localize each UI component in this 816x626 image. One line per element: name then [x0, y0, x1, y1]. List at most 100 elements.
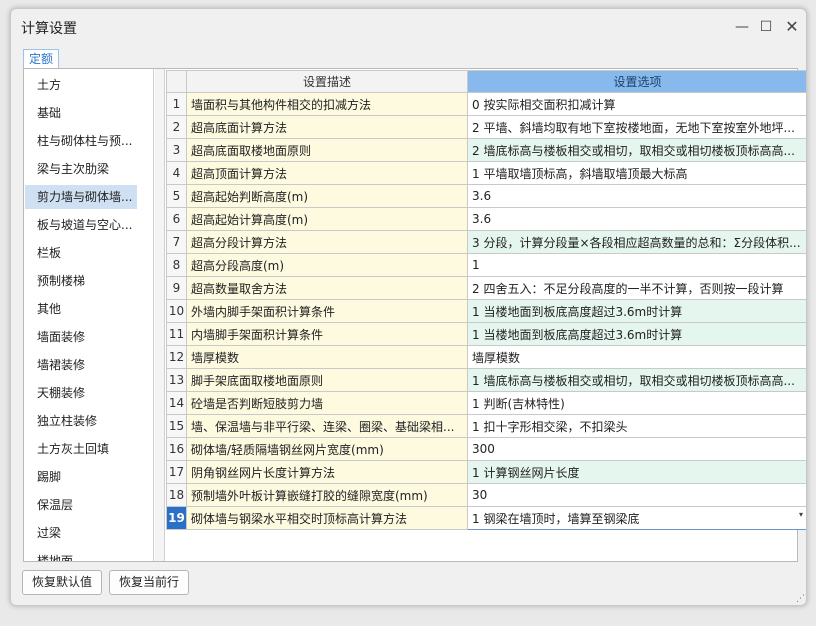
sidebar-item[interactable]: 楼地面 [25, 549, 137, 561]
minimize-icon[interactable]: — [732, 17, 752, 37]
sidebar-item[interactable]: 基础 [25, 101, 137, 125]
row-number[interactable]: 17 [166, 460, 187, 484]
row-number[interactable]: 14 [166, 391, 187, 415]
sidebar-item[interactable]: 墙面装修 [25, 325, 137, 349]
setting-description: 脚手架底面取楼地面原则 [186, 368, 468, 392]
sidebar-item[interactable]: 踢脚 [25, 465, 137, 489]
setting-option[interactable]: 1 扣十字形相交梁，不扣梁头 [467, 414, 806, 438]
setting-option[interactable]: 2 四舍五入：不足分段高度的一半不计算，否则按一段计算 [467, 276, 806, 300]
restore-default-button[interactable]: 恢复默认值 [22, 570, 102, 595]
table-row[interactable]: 19 砌体墙与钢梁水平相交时顶标高计算方法 ▾ 1 钢梁在墙顶时，墙算至钢梁底 [166, 506, 806, 530]
row-number[interactable]: 11 [166, 322, 187, 346]
setting-option[interactable]: 墙厚模数 [467, 345, 806, 369]
table-row[interactable]: 2 超高底面计算方法 2 平墙、斜墙均取有地下室按楼地面，无地下室按室外地坪... [166, 115, 806, 139]
sidebar-item[interactable]: 栏板 [25, 241, 137, 265]
setting-option[interactable]: 3.6 [467, 207, 806, 231]
dropdown-arrow-icon[interactable]: ▾ [799, 510, 803, 519]
sidebar-item[interactable]: 墙裙装修 [25, 353, 137, 377]
setting-option[interactable]: 2 墙底标高与楼板相交或相切，取相交或相切楼板顶标高高... [467, 138, 806, 162]
table-row[interactable]: 15 墙、保温墙与非平行梁、连梁、圈梁、基础梁相... 1 扣十字形相交梁，不扣梁头 [166, 414, 806, 438]
table-row[interactable]: 5 超高起始判断高度(m) 3.6 [166, 184, 806, 208]
settings-grid: 设置描述 设置选项 1 墙面积与其他构件相交的扣减方法 0 按实际相交面积扣减计算 2… [166, 70, 806, 560]
row-number[interactable]: 2 [166, 115, 187, 139]
setting-description: 超高起始计算高度(m) [186, 207, 468, 231]
sidebar-item[interactable]: 土方灰土回填 [25, 437, 137, 461]
table-row[interactable]: 12 墙厚模数 墙厚模数 [166, 345, 806, 369]
row-number[interactable]: 5 [166, 184, 187, 208]
row-number[interactable]: 19 [166, 506, 187, 530]
table-row[interactable]: 13 脚手架底面取楼地面原则 1 墙底标高与楼板相交或相切，取相交或相切楼板顶标高高… [166, 368, 806, 392]
restore-current-row-button[interactable]: 恢复当前行 [109, 570, 189, 595]
category-list-scrollbar[interactable] [155, 69, 165, 561]
table-row[interactable]: 14 砼墙是否判断短肢剪力墙 1 判断(吉林特性) [166, 391, 806, 415]
setting-option[interactable]: 1 平墙取墙顶标高，斜墙取墙顶最大标高 [467, 161, 806, 185]
sidebar-item[interactable]: 剪力墙与砌体墙... [25, 185, 137, 209]
sidebar-item[interactable]: 其他 [25, 297, 137, 321]
table-row[interactable]: 7 超高分段计算方法 3 分段，计算分段量×各段相应超高数量的总和：Σ分段体积... [166, 230, 806, 254]
table-row[interactable]: 3 超高底面取楼地面原则 2 墙底标高与楼板相交或相切，取相交或相切楼板顶标高高..… [166, 138, 806, 162]
setting-option[interactable]: 300 [467, 437, 806, 461]
resize-grip-icon[interactable]: ⋰ [796, 594, 805, 604]
setting-option[interactable]: 1 [467, 253, 806, 277]
setting-option[interactable]: 1 判断(吉林特性) [467, 391, 806, 415]
row-number[interactable]: 4 [166, 161, 187, 185]
setting-description: 预制墙外叶板计算嵌缝打胶的缝隙宽度(mm) [186, 483, 468, 507]
sidebar-item[interactable]: 梁与主次肋梁 [25, 157, 137, 181]
tab-quota[interactable]: 定额 [23, 49, 59, 69]
setting-option[interactable]: 1 墙底标高与楼板相交或相切，取相交或相切楼板顶标高高... [467, 368, 806, 392]
row-number[interactable]: 6 [166, 207, 187, 231]
setting-option[interactable]: 0 按实际相交面积扣减计算 [467, 92, 806, 116]
category-list: 土方基础柱与砌体柱与预... 梁与主次肋梁 剪力墙与砌体墙... 板与坡道与空心...… [24, 69, 154, 561]
table-row[interactable]: 9 超高数量取舍方法 2 四舍五入：不足分段高度的一半不计算，否则按一段计算 [166, 276, 806, 300]
table-row[interactable]: 8 超高分段高度(m) 1 [166, 253, 806, 277]
row-number[interactable]: 3 [166, 138, 187, 162]
close-icon[interactable]: ✕ [782, 17, 802, 37]
table-row[interactable]: 17 阴角钢丝网片长度计算方法 1 计算钢丝网片长度 [166, 460, 806, 484]
sidebar-item[interactable]: 过梁 [25, 521, 137, 545]
table-row[interactable]: 6 超高起始计算高度(m) 3.6 [166, 207, 806, 231]
row-number[interactable]: 1 [166, 92, 187, 116]
option-column-header[interactable]: 设置选项 [467, 70, 806, 93]
setting-option[interactable]: 1 当楼地面到板底高度超过3.6m时计算 [467, 322, 806, 346]
row-number[interactable]: 18 [166, 483, 187, 507]
row-number[interactable]: 12 [166, 345, 187, 369]
setting-description: 砌体墙/轻质隔墙钢丝网片宽度(mm) [186, 437, 468, 461]
row-number[interactable]: 10 [166, 299, 187, 323]
sidebar-item[interactable]: 独立柱装修 [25, 409, 137, 433]
row-number[interactable]: 9 [166, 276, 187, 300]
sidebar-item[interactable]: 土方 [25, 73, 137, 97]
table-row[interactable]: 1 墙面积与其他构件相交的扣减方法 0 按实际相交面积扣减计算 [166, 92, 806, 116]
row-number[interactable]: 13 [166, 368, 187, 392]
setting-option[interactable]: 30 [467, 483, 806, 507]
sidebar-item[interactable]: 天棚装修 [25, 381, 137, 405]
table-row[interactable]: 18 预制墙外叶板计算嵌缝打胶的缝隙宽度(mm) 30 [166, 483, 806, 507]
grid-header-row: 设置描述 设置选项 [166, 70, 806, 93]
setting-option[interactable]: 3 分段，计算分段量×各段相应超高数量的总和：Σ分段体积... [467, 230, 806, 254]
table-row[interactable]: 11 内墙脚手架面积计算条件 1 当楼地面到板底高度超过3.6m时计算 [166, 322, 806, 346]
setting-option[interactable]: 1 计算钢丝网片长度 [467, 460, 806, 484]
setting-option[interactable]: 3.6 [467, 184, 806, 208]
table-row[interactable]: 4 超高顶面计算方法 1 平墙取墙顶标高，斜墙取墙顶最大标高 [166, 161, 806, 185]
dialog-title: 计算设置 [21, 21, 77, 37]
row-number[interactable]: 8 [166, 253, 187, 277]
table-row[interactable]: 16 砌体墙/轻质隔墙钢丝网片宽度(mm) 300 [166, 437, 806, 461]
row-number[interactable]: 15 [166, 414, 187, 438]
setting-option[interactable]: 1 当楼地面到板底高度超过3.6m时计算 [467, 299, 806, 323]
setting-option[interactable]: ▾ 1 钢梁在墙顶时，墙算至钢梁底 [467, 506, 806, 530]
sidebar-item[interactable]: 板与坡道与空心... [25, 213, 137, 237]
maximize-icon[interactable]: ☐ [756, 17, 776, 37]
setting-description: 超高分段计算方法 [186, 230, 468, 254]
description-column-header[interactable]: 设置描述 [186, 70, 468, 93]
table-row[interactable]: 10 外墙内脚手架面积计算条件 1 当楼地面到板底高度超过3.6m时计算 [166, 299, 806, 323]
sidebar-item[interactable]: 预制楼梯 [25, 269, 137, 293]
sidebar-item[interactable]: 柱与砌体柱与预... [25, 129, 137, 153]
setting-option[interactable]: 2 平墙、斜墙均取有地下室按楼地面，无地下室按室外地坪... [467, 115, 806, 139]
setting-description: 超高顶面计算方法 [186, 161, 468, 185]
setting-description: 内墙脚手架面积计算条件 [186, 322, 468, 346]
row-number[interactable]: 7 [166, 230, 187, 254]
row-number[interactable]: 16 [166, 437, 187, 461]
calc-settings-dialog: 计算设置 — ☐ ✕ 定额 土方基础柱与砌体柱与预... 梁与主次肋梁 剪力墙与砌体… [10, 8, 807, 606]
sidebar-item[interactable]: 保温层 [25, 493, 137, 517]
setting-description: 超高分段高度(m) [186, 253, 468, 277]
settings-panel: 土方基础柱与砌体柱与预... 梁与主次肋梁 剪力墙与砌体墙... 板与坡道与空心...… [23, 68, 806, 562]
